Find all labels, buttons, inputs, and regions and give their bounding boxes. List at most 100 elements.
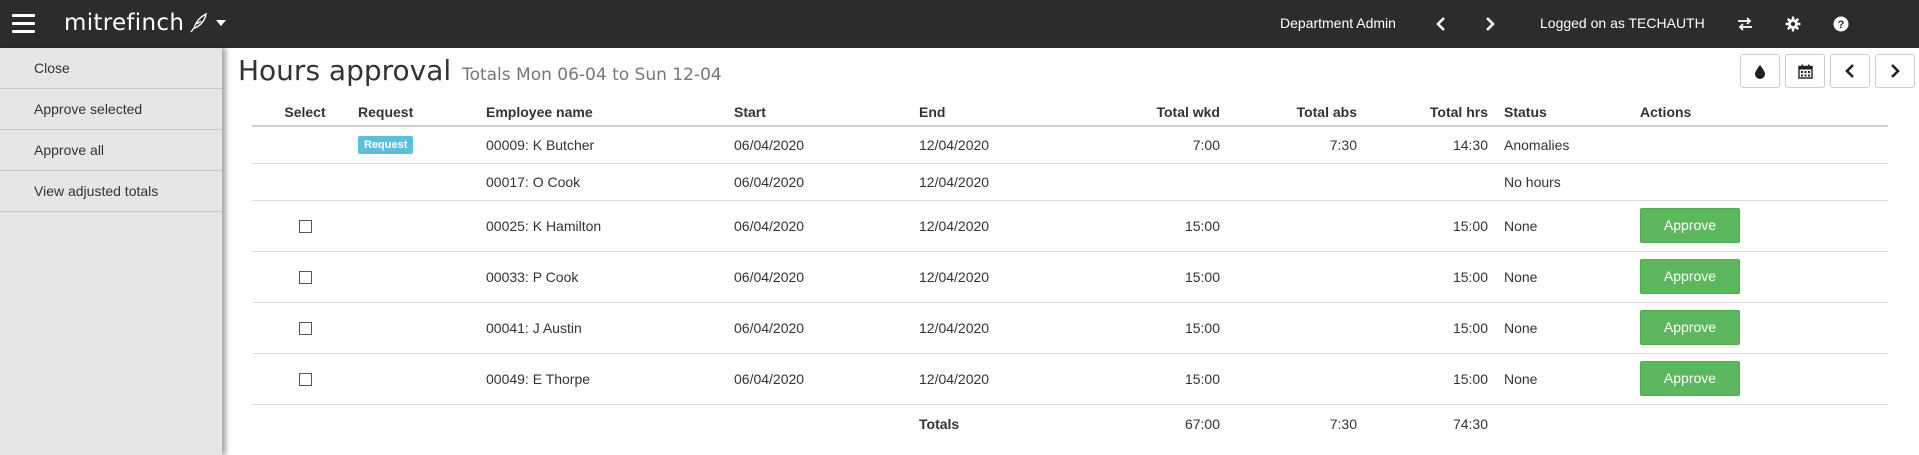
- sidebar-item-view-adjusted-totals[interactable]: View adjusted totals: [0, 171, 222, 212]
- table-row[interactable]: 00025: K Hamilton 06/04/2020 12/04/2020 …: [252, 200, 1888, 252]
- swap-icon[interactable]: [1733, 12, 1757, 36]
- gear-icon[interactable]: [1781, 12, 1805, 36]
- select-cell: [252, 200, 358, 252]
- header-request[interactable]: Request: [358, 98, 486, 127]
- page-title-text: Hours approval: [238, 54, 452, 87]
- header-start[interactable]: Start: [734, 98, 919, 127]
- actions-cell: Approve: [1640, 251, 1888, 303]
- page-title: Hours approval Totals Mon 06-04 to Sun 1…: [238, 54, 722, 87]
- request-cell: Request: [358, 126, 486, 164]
- row-checkbox[interactable]: [298, 220, 312, 234]
- help-icon[interactable]: ?: [1829, 12, 1853, 36]
- approve-button[interactable]: Approve: [1640, 259, 1740, 294]
- main-content: Hours approval Totals Mon 06-04 to Sun 1…: [222, 48, 1919, 455]
- chevron-right-icon[interactable]: [1478, 12, 1502, 36]
- totals-label: Totals: [919, 415, 960, 432]
- approve-button[interactable]: Approve: [1640, 361, 1740, 396]
- end-date: 12/04/2020: [919, 163, 1119, 201]
- totals-wkd: 67:00: [1184, 415, 1220, 432]
- table-row[interactable]: Request 00009: K Butcher 06/04/2020 12/0…: [252, 126, 1888, 164]
- header-total-abs[interactable]: Total abs: [1220, 98, 1357, 127]
- end-date: 12/04/2020: [919, 353, 1119, 405]
- department-label: Department Admin: [1280, 15, 1396, 31]
- table-header-row: Select Request Employee name Start End T…: [252, 98, 1888, 127]
- brand-menu[interactable]: mitrefinch: [64, 10, 227, 36]
- end-date: 12/04/2020: [919, 302, 1119, 354]
- sidebar-item-close[interactable]: Close: [0, 48, 222, 89]
- select-cell: [252, 126, 358, 164]
- chevron-left-icon[interactable]: [1429, 12, 1453, 36]
- actions-cell: [1640, 163, 1888, 201]
- total-wkd: 7:00: [1119, 126, 1220, 164]
- header-status[interactable]: Status: [1488, 98, 1640, 127]
- status: None: [1488, 200, 1640, 252]
- request-badge[interactable]: Request: [358, 136, 414, 155]
- table-row[interactable]: 00017: O Cook 06/04/2020 12/04/2020 No h…: [252, 163, 1888, 201]
- sidebar-item-approve-selected[interactable]: Approve selected: [0, 89, 222, 130]
- caret-down-icon: [216, 20, 227, 26]
- quill-icon: [190, 12, 208, 33]
- request-cell: [358, 200, 486, 252]
- request-cell: [358, 163, 486, 201]
- chevron-left-icon[interactable]: [1830, 54, 1870, 88]
- approve-button[interactable]: Approve: [1640, 310, 1740, 345]
- actions-cell: Approve: [1640, 200, 1888, 252]
- droplet-icon[interactable]: [1740, 54, 1780, 88]
- employee-name[interactable]: 00017: O Cook: [486, 163, 734, 201]
- top-navbar: mitrefinch Department Admin Logged on as…: [0, 0, 1919, 48]
- status: Anomalies: [1488, 126, 1640, 164]
- sidebar-item-approve-all[interactable]: Approve all: [0, 130, 222, 171]
- header-total-hrs[interactable]: Total hrs: [1357, 98, 1488, 127]
- calendar-icon[interactable]: [1785, 54, 1825, 88]
- status: None: [1488, 302, 1640, 354]
- status: No hours: [1488, 163, 1640, 201]
- chevron-right-icon[interactable]: [1875, 54, 1915, 88]
- request-cell: [358, 353, 486, 405]
- total-wkd: 15:00: [1119, 353, 1220, 405]
- approve-button[interactable]: Approve: [1640, 208, 1740, 243]
- header-total-wkd[interactable]: Total wkd: [1119, 98, 1220, 127]
- total-abs: [1220, 353, 1357, 405]
- sidebar: Close Approve selected Approve all View …: [0, 48, 222, 455]
- select-cell: [252, 163, 358, 201]
- start-date: 06/04/2020: [734, 200, 919, 252]
- table-row[interactable]: 00033: P Cook 06/04/2020 12/04/2020 15:0…: [252, 251, 1888, 303]
- table-row[interactable]: 00049: E Thorpe 06/04/2020 12/04/2020 15…: [252, 353, 1888, 405]
- row-checkbox[interactable]: [298, 271, 312, 285]
- page-subtitle: Totals Mon 06-04 to Sun 12-04: [462, 65, 722, 85]
- employee-name[interactable]: 00033: P Cook: [486, 251, 734, 303]
- header-actions: Actions: [1640, 98, 1888, 127]
- toolbar: [1740, 54, 1915, 88]
- row-checkbox[interactable]: [298, 322, 312, 336]
- total-hrs: 15:00: [1357, 302, 1488, 354]
- start-date: 06/04/2020: [734, 353, 919, 405]
- header-select[interactable]: Select: [252, 98, 358, 127]
- end-date: 12/04/2020: [919, 126, 1119, 164]
- total-wkd: 15:00: [1119, 251, 1220, 303]
- total-abs: [1220, 163, 1357, 201]
- totals-abs: 7:30: [1329, 415, 1357, 432]
- logged-on-label: Logged on as TECHAUTH: [1540, 15, 1705, 31]
- table-row[interactable]: 00041: J Austin 06/04/2020 12/04/2020 15…: [252, 302, 1888, 354]
- row-checkbox[interactable]: [298, 373, 312, 387]
- employee-name[interactable]: 00049: E Thorpe: [486, 353, 734, 405]
- end-date: 12/04/2020: [919, 251, 1119, 303]
- total-wkd: [1119, 163, 1220, 201]
- employee-name[interactable]: 00025: K Hamilton: [486, 200, 734, 252]
- header-end[interactable]: End: [919, 98, 1119, 127]
- actions-cell: Approve: [1640, 353, 1888, 405]
- start-date: 06/04/2020: [734, 302, 919, 354]
- start-date: 06/04/2020: [734, 251, 919, 303]
- start-date: 06/04/2020: [734, 126, 919, 164]
- actions-cell: Approve: [1640, 302, 1888, 354]
- menu-icon[interactable]: [12, 14, 35, 34]
- total-hrs: 15:00: [1357, 200, 1488, 252]
- total-hrs: 14:30: [1357, 126, 1488, 164]
- total-abs: 7:30: [1220, 126, 1357, 164]
- header-employee-name[interactable]: Employee name: [486, 98, 734, 127]
- hours-approval-table: Select Request Employee name Start End T…: [252, 98, 1888, 443]
- employee-name[interactable]: 00009: K Butcher: [486, 126, 734, 164]
- select-cell: [252, 251, 358, 303]
- employee-name[interactable]: 00041: J Austin: [486, 302, 734, 354]
- request-cell: [358, 251, 486, 303]
